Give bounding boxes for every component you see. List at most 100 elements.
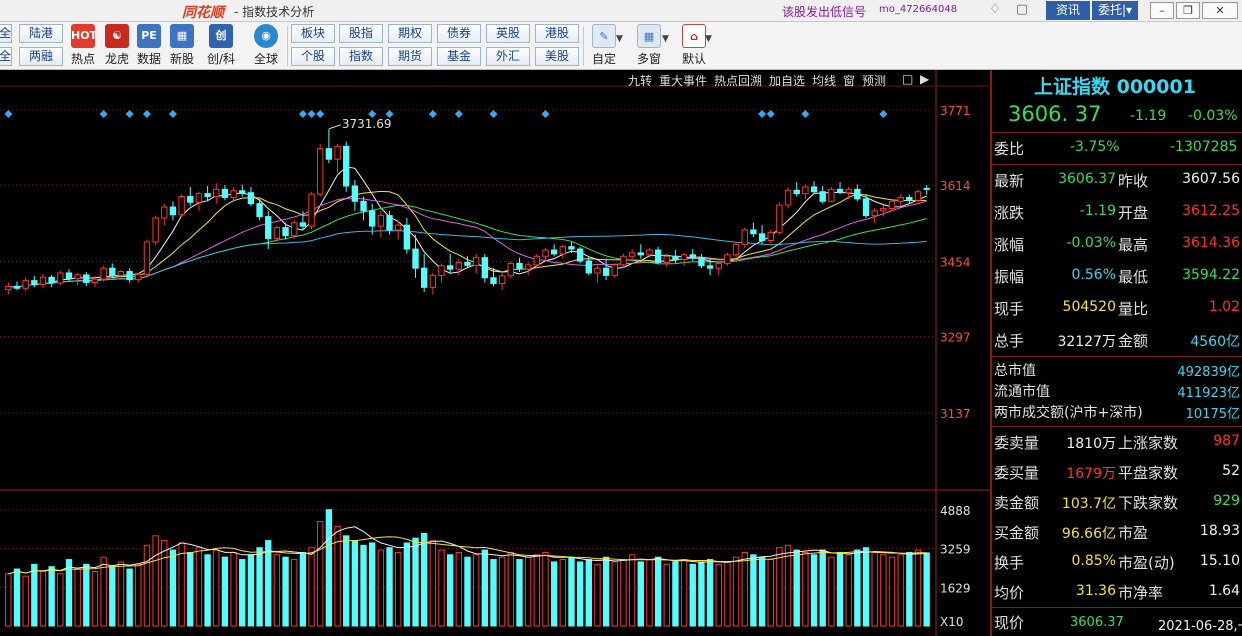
candle-body[interactable] [5,285,12,291]
volume-bar[interactable] [221,556,229,627]
tool-ipo[interactable]: ▦ 新股 [165,24,199,68]
candle-body[interactable] [446,265,454,270]
candle-body[interactable] [464,261,471,266]
volume-bar[interactable] [317,521,324,627]
candle-body[interactable] [282,227,289,237]
chart-menu-item[interactable]: 加自选 [769,72,805,89]
event-marker-icon[interactable] [316,110,325,118]
volume-bar[interactable] [689,563,696,627]
volume-bar[interactable] [620,559,627,627]
volume-bar[interactable] [732,556,740,627]
candle-body[interactable] [542,249,549,257]
candle-body[interactable] [880,207,887,212]
tool-hotspot[interactable]: HOT 热点 [66,24,100,68]
volume-bar[interactable] [351,540,359,627]
volume-bar[interactable] [498,556,506,627]
hk-stocks-button[interactable]: 港股 [535,24,579,43]
volume-bar[interactable] [741,551,748,627]
volume-bar[interactable] [524,556,532,627]
candle-body[interactable] [351,185,359,202]
candle-body[interactable] [438,265,445,276]
event-marker-icon[interactable] [428,110,437,118]
volume-bar[interactable] [291,559,298,627]
volume-bar[interactable] [663,563,670,627]
candle-body[interactable] [213,188,220,198]
event-marker-icon[interactable] [125,110,134,118]
candle-body[interactable] [793,189,800,195]
event-marker-icon[interactable] [4,110,13,118]
candle-body[interactable] [767,231,774,241]
candle-body[interactable] [403,224,411,250]
volume-bar[interactable] [325,509,333,627]
candle-body[interactable] [429,274,437,288]
candle-body[interactable] [22,280,29,289]
candle-body[interactable] [57,272,64,284]
volume-bar[interactable] [299,551,307,627]
candle-body[interactable] [507,262,515,277]
bonds-button[interactable]: 债券 [437,24,481,43]
volume-bar[interactable] [91,570,99,627]
candle-body[interactable] [810,186,818,193]
candle-body[interactable] [325,148,333,160]
candle-body[interactable] [152,217,159,243]
volume-bar[interactable] [880,554,887,627]
event-marker-icon[interactable] [758,110,767,118]
volume-bar[interactable] [429,540,437,627]
volume-bar[interactable] [906,551,913,627]
candle-body[interactable] [360,200,367,212]
candle-body[interactable] [802,186,809,195]
volume-bar[interactable] [802,551,809,627]
candle-body[interactable] [481,257,489,279]
restore-icon[interactable]: ❐ [1176,2,1200,19]
volume-bar[interactable] [282,556,289,627]
volume-bar[interactable] [178,542,185,627]
volume-bar[interactable] [550,561,558,627]
candle-body[interactable] [706,265,714,269]
event-marker-icon[interactable] [541,110,550,118]
volume-bar[interactable] [836,551,844,627]
candle-body[interactable] [871,210,878,217]
candle-body[interactable] [906,196,913,201]
volume-bar[interactable] [828,556,835,627]
chevron-down-icon[interactable]: ▼ [705,34,712,44]
event-marker-icon[interactable] [489,110,498,118]
candle-body[interactable] [628,252,636,257]
candle-body[interactable] [126,271,133,281]
candle-body[interactable] [65,272,73,280]
volume-bar[interactable] [403,542,411,627]
event-marker-icon[interactable] [298,110,307,118]
volume-bar[interactable] [724,561,731,627]
volume-bar[interactable] [810,554,818,627]
volume-bar[interactable] [507,551,515,627]
candle-body[interactable] [602,267,610,276]
volume-bar[interactable] [758,556,766,627]
chart-menu-item[interactable]: 重大事件 [659,72,707,89]
candle-body[interactable] [637,252,644,256]
candle-body[interactable] [377,215,385,227]
candle-body[interactable] [550,249,558,255]
candle-body[interactable] [83,274,90,284]
candle-body[interactable] [594,267,601,274]
candle-body[interactable] [39,276,47,285]
volume-bar[interactable] [576,561,584,627]
chart-menu-item[interactable]: 预测 [862,72,886,89]
candle-body[interactable] [395,224,402,231]
volume-bar[interactable] [611,561,618,627]
candle-body[interactable] [758,233,766,241]
tool-data[interactable]: PE 数据 [132,24,166,68]
order-button[interactable]: 委托|▾ [1092,1,1138,20]
candle-body[interactable] [135,273,142,281]
candle-body[interactable] [273,227,281,240]
chevron-down-icon[interactable]: ▼ [616,34,623,44]
volume-bar[interactable] [568,556,575,627]
candle-body[interactable] [369,210,376,227]
volume-bar[interactable] [13,568,21,627]
volume-bar[interactable] [698,561,705,627]
volume-bar[interactable] [143,544,151,627]
sector-button[interactable]: 板块 [291,24,335,43]
volume-bar[interactable] [888,556,896,627]
volume-bar[interactable] [715,563,722,627]
volume-bar[interactable] [343,535,350,627]
volume-bar[interactable] [265,540,272,627]
volume-bar[interactable] [481,549,489,627]
